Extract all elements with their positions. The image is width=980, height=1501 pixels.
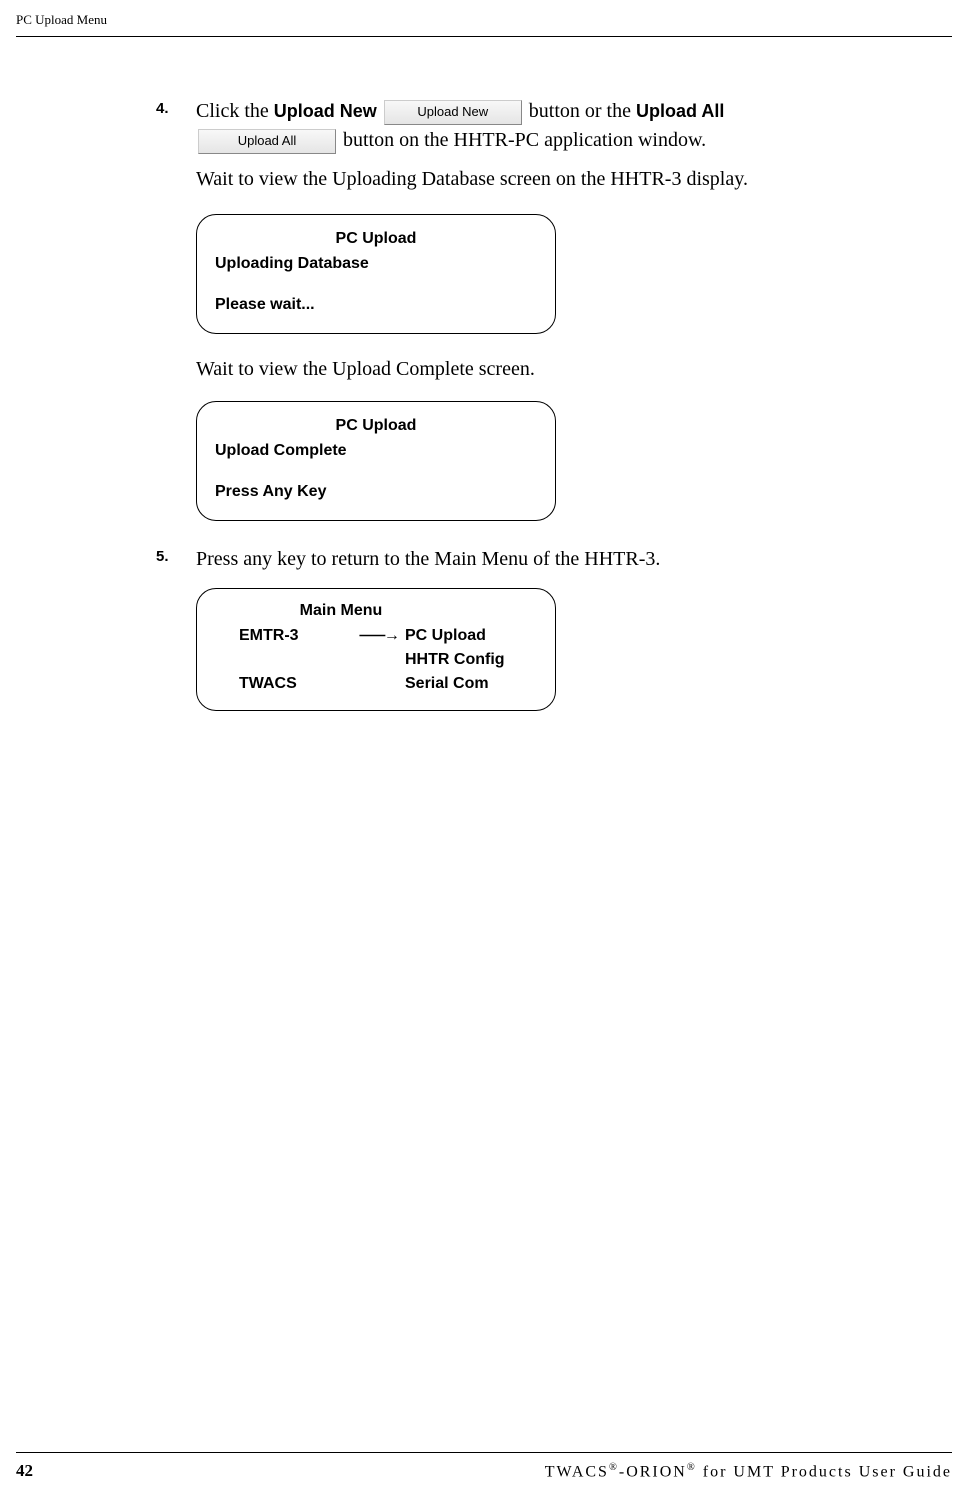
step-text: button or the — [524, 100, 636, 122]
step-text: Wait to view the Uploading Database scre… — [196, 165, 912, 194]
footer-row: 42 TWACS®-ORION® for UMT Products User G… — [16, 1461, 952, 1481]
header-title: PC Upload Menu — [16, 12, 107, 27]
menu-item-empty — [239, 648, 359, 672]
menu-item-pc-upload: PC Upload — [405, 624, 537, 648]
screen-title: PC Upload — [215, 227, 537, 250]
menu-item-emtr3: EMTR-3 — [239, 624, 359, 648]
menu-row: HHTR Config — [215, 648, 537, 672]
page-number: 42 — [16, 1461, 33, 1481]
page-header: PC Upload Menu — [16, 12, 952, 28]
arrow-icon: ⸺→ — [359, 624, 405, 648]
screen-title: PC Upload — [215, 414, 537, 437]
footer-brand-1: TWACS — [545, 1463, 609, 1480]
hhtr-screen-uploading: PC Upload Uploading Database Please wait… — [196, 214, 556, 334]
registered-icon: ® — [609, 1462, 619, 1473]
step-text: Click the — [196, 100, 274, 122]
header-divider — [16, 36, 952, 37]
page-footer: 42 TWACS®-ORION® for UMT Products User G… — [16, 1452, 952, 1481]
step-body: Press any key to return to the Main Menu… — [196, 545, 912, 574]
footer-brand-2: -ORION — [619, 1463, 687, 1480]
hhtr-screen-complete: PC Upload Upload Complete Press Any Key — [196, 401, 556, 521]
upload-all-label: Upload All — [636, 101, 724, 121]
step-number: 4. — [156, 97, 196, 194]
menu-item-serial-com: Serial Com — [405, 672, 537, 696]
upload-all-button[interactable]: Upload All — [198, 129, 336, 154]
screen-line: Upload Complete — [215, 439, 537, 462]
registered-icon: ® — [687, 1462, 697, 1473]
menu-item-hhtr-config: HHTR Config — [405, 648, 537, 672]
step-text: button on the HHTR-PC application window… — [338, 129, 706, 151]
hhtr-main-menu: Main Menu EMTR-3 ⸺→ PC Upload HHTR Confi… — [196, 588, 556, 711]
menu-row: TWACS Serial Com — [215, 672, 537, 696]
step-number: 5. — [156, 545, 196, 574]
menu-spacer — [359, 672, 405, 696]
footer-divider — [16, 1452, 952, 1453]
step-body: Click the Upload New Upload New button o… — [196, 97, 912, 194]
paragraph: Wait to view the Upload Complete screen. — [196, 358, 912, 381]
screen-line: Uploading Database — [215, 252, 537, 275]
main-content: 4. Click the Upload New Upload New butto… — [156, 97, 912, 711]
menu-item-twacs: TWACS — [239, 672, 359, 696]
footer-text: TWACS®-ORION® for UMT Products User Guid… — [545, 1462, 952, 1481]
upload-new-label: Upload New — [274, 101, 377, 121]
upload-new-button[interactable]: Upload New — [384, 100, 522, 125]
menu-row: EMTR-3 ⸺→ PC Upload — [215, 624, 537, 648]
step-5: 5. Press any key to return to the Main M… — [156, 545, 912, 574]
menu-title: Main Menu — [145, 599, 537, 623]
screen-line: Please wait... — [215, 293, 537, 316]
screen-line: Press Any Key — [215, 480, 537, 503]
step-4: 4. Click the Upload New Upload New butto… — [156, 97, 912, 194]
footer-tail: for UMT Products User Guide — [697, 1463, 952, 1480]
menu-spacer — [359, 648, 405, 672]
